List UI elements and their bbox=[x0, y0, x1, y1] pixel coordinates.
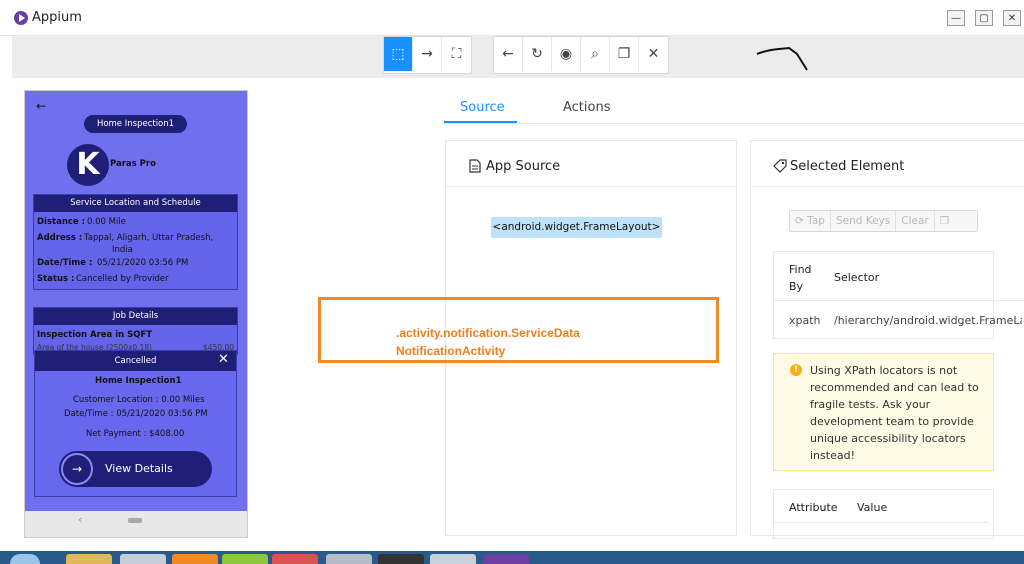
selector-value[interactable]: /hierarchy/android.widget.FrameLay bbox=[834, 314, 1022, 327]
taskbar-item-8[interactable] bbox=[430, 554, 476, 564]
find-by-header-line1: Find bbox=[789, 263, 812, 276]
phone-nav-bar bbox=[25, 511, 247, 537]
toggle-attributes-button[interactable]: ◉ bbox=[552, 37, 581, 71]
send-keys-button[interactable]: Send Keys bbox=[831, 211, 897, 231]
value-header: Value bbox=[857, 501, 888, 514]
source-card-divider bbox=[446, 186, 736, 187]
tag-icon bbox=[773, 159, 787, 173]
copy-attributes-button[interactable]: ❐ bbox=[935, 211, 954, 231]
taskbar-item-2[interactable] bbox=[120, 554, 166, 564]
attribute-header: Attribute bbox=[789, 501, 838, 514]
tab-actions[interactable]: Actions bbox=[563, 100, 611, 115]
tap-button[interactable]: ⟳ Tap bbox=[790, 211, 831, 231]
refresh-button[interactable]: ↻ bbox=[523, 37, 552, 71]
app-source-title: App Source bbox=[486, 159, 561, 174]
clear-button[interactable]: Clear bbox=[896, 211, 935, 231]
popup-close-icon[interactable]: ✕ bbox=[218, 352, 229, 367]
find-by-value: xpath bbox=[789, 314, 821, 327]
view-details-label: View Details bbox=[105, 462, 173, 475]
annotation-line2: NotificationActivity bbox=[396, 344, 506, 358]
job-details-header: Job Details bbox=[34, 308, 237, 325]
close-window-button[interactable]: ✕ bbox=[1003, 10, 1021, 26]
appium-logo-icon bbox=[14, 11, 28, 25]
back-button[interactable]: ← bbox=[494, 37, 523, 71]
datetime-value: 05/21/2020 03:56 PM bbox=[97, 258, 189, 268]
search-icon: ⌕ bbox=[591, 46, 599, 62]
popup-header: Cancelled bbox=[35, 351, 236, 371]
toolbar: ⬚ → ⛶ ← ↻ ◉ ⌕ ❐ ✕ bbox=[12, 36, 1024, 78]
attr-table-divider bbox=[774, 522, 989, 523]
address-value-line2: India bbox=[112, 245, 133, 255]
swipe-icon: → bbox=[421, 46, 433, 62]
taskbar-item-explorer[interactable] bbox=[66, 554, 112, 564]
element-actions-group: ⟳ Tap Send Keys Clear ❐ bbox=[789, 210, 978, 232]
taskbar-item-5[interactable] bbox=[272, 554, 318, 564]
status-label: Status : bbox=[37, 274, 75, 284]
popup-title: Home Inspection1 bbox=[95, 376, 182, 386]
popup-location: Customer Location : 0.00 Miles bbox=[73, 395, 205, 405]
copy-xml-icon: ❐ bbox=[617, 46, 631, 62]
swipe-button[interactable]: → bbox=[413, 37, 442, 71]
arrow-right-icon: → bbox=[61, 453, 93, 485]
tabs-divider bbox=[444, 123, 1024, 124]
tap-coordinates-button[interactable]: ⛶ bbox=[442, 37, 471, 71]
title-bar bbox=[0, 0, 1024, 36]
attributes-table bbox=[773, 489, 994, 539]
toolbar-mode-group: ⬚ → ⛶ bbox=[383, 36, 472, 74]
distance-label: Distance : bbox=[37, 217, 86, 227]
phone-title-pill: Home Inspection1 bbox=[84, 115, 187, 133]
popup-payment: Net Payment : $408.00 bbox=[86, 429, 185, 439]
start-button[interactable] bbox=[10, 554, 40, 564]
quit-session-icon: ✕ bbox=[647, 46, 660, 62]
service-card-header: Service Location and Schedule bbox=[34, 195, 237, 212]
address-label: Address : bbox=[37, 233, 83, 243]
active-tab-indicator bbox=[444, 121, 517, 123]
search-button[interactable]: ⌕ bbox=[581, 37, 610, 71]
pen-scribble bbox=[756, 46, 808, 71]
annotation-line1: .activity.notification.ServiceData bbox=[396, 326, 580, 340]
file-icon bbox=[469, 159, 481, 173]
phone-home-pill[interactable] bbox=[128, 518, 142, 523]
eye-icon: ◉ bbox=[559, 46, 573, 62]
phone-nav-back-icon[interactable]: ‹ bbox=[78, 513, 82, 526]
left-gutter bbox=[0, 36, 12, 551]
tap-by-coordinates-icon: ⛶ bbox=[451, 46, 462, 62]
taskbar-item-6[interactable] bbox=[326, 554, 372, 564]
select-elements-button[interactable]: ⬚ bbox=[384, 37, 413, 71]
datetime-label: Date/Time : bbox=[37, 258, 93, 268]
address-value-line1: Tappal, Aligarh, Uttar Pradesh, bbox=[84, 233, 214, 243]
inspection-area-label: Inspection Area in SQFT bbox=[37, 330, 153, 340]
taskbar-item-4[interactable] bbox=[222, 554, 268, 564]
selector-table-divider bbox=[774, 300, 1024, 301]
select-elements-icon: ⬚ bbox=[391, 46, 405, 62]
warning-text: Using XPath locators is not recommended … bbox=[810, 364, 979, 462]
minimize-button[interactable]: — bbox=[947, 10, 965, 26]
taskbar-item-7[interactable] bbox=[378, 554, 424, 564]
quit-session-button[interactable]: ✕ bbox=[639, 37, 668, 71]
window-title: Appium bbox=[32, 10, 82, 25]
tab-source[interactable]: Source bbox=[460, 100, 505, 115]
find-by-header-line2: By bbox=[789, 280, 804, 293]
source-tree-node[interactable]: <android.widget.FrameLayout> bbox=[491, 217, 662, 238]
tap-icon: ⟳ bbox=[795, 215, 804, 227]
taskbar-item-3[interactable] bbox=[172, 554, 218, 564]
refresh-icon: ↻ bbox=[531, 46, 543, 62]
tap-label: Tap bbox=[807, 215, 825, 227]
taskbar-item-appium[interactable] bbox=[483, 554, 529, 564]
status-value: Cancelled by Provider bbox=[76, 274, 169, 284]
distance-value: 0.00 Mile bbox=[87, 217, 126, 227]
popup-datetime: Date/Time : 05/21/2020 03:56 PM bbox=[64, 409, 208, 419]
copy-icon: ❐ bbox=[939, 215, 950, 227]
back-icon: ← bbox=[502, 46, 514, 62]
selector-header: Selector bbox=[834, 271, 880, 284]
warning-icon: ! bbox=[790, 364, 802, 376]
selected-element-title: Selected Element bbox=[790, 159, 905, 174]
phone-back-icon[interactable]: ← bbox=[36, 99, 46, 113]
toolbar-actions-group: ← ↻ ◉ ⌕ ❐ ✕ bbox=[493, 36, 669, 74]
maximize-button[interactable]: ▢ bbox=[975, 10, 993, 26]
copy-xml-button[interactable]: ❐ bbox=[610, 37, 639, 71]
selected-card-divider bbox=[751, 186, 1024, 187]
brand-name: Paras Pro bbox=[110, 159, 156, 169]
brand-logo: K bbox=[67, 144, 109, 186]
